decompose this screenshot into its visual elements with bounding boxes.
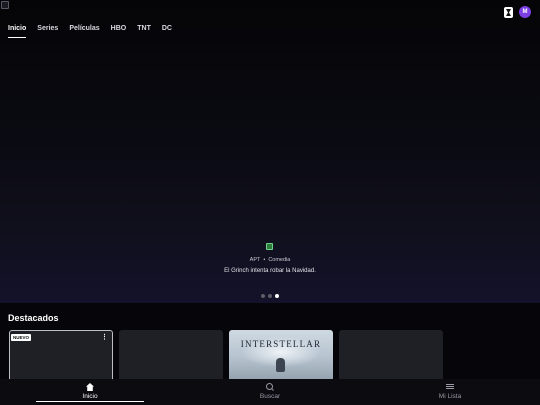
carousel-dot[interactable]	[268, 294, 272, 298]
astronaut-figure	[276, 358, 285, 372]
section-title-destacados: Destacados	[8, 313, 59, 323]
featured-card[interactable]	[119, 330, 223, 385]
active-tab-indicator	[36, 401, 144, 402]
carousel-dot-active[interactable]	[275, 294, 279, 298]
hero-genre-tag: APT	[249, 257, 261, 263]
nav-tab-inicio[interactable]: Inicio	[8, 24, 27, 38]
tab-mi-lista[interactable]: Mi Lista	[390, 383, 510, 400]
search-icon	[266, 383, 274, 391]
profile-avatar[interactable]: M	[519, 6, 531, 18]
title-logo-image	[266, 243, 273, 250]
nav-tab-series[interactable]: Series	[37, 24, 58, 38]
nav-tab-dc[interactable]: DC	[162, 24, 172, 38]
home-icon	[86, 383, 94, 391]
featured-row: NUEVO ⋮ INTERSTELLAR	[9, 330, 443, 385]
hero-meta-separator: •	[263, 257, 266, 263]
tab-inicio[interactable]: Inicio	[30, 383, 150, 400]
hero-meta: APT • Comedia	[0, 257, 540, 263]
list-icon	[446, 383, 454, 391]
new-badge: NUEVO	[11, 334, 32, 341]
tab-inicio-label: Inicio	[82, 393, 98, 400]
poster-title: INTERSTELLAR	[240, 339, 322, 349]
top-nav: Inicio Series Películas HBO TNT DC	[8, 24, 172, 38]
hero-genre: Comedia	[268, 257, 291, 263]
nav-tab-peliculas[interactable]: Películas	[69, 24, 99, 38]
nav-tab-tnt[interactable]: TNT	[137, 24, 151, 38]
hero-synopsis: El Grinch intenta robar la Navidad.	[224, 268, 316, 274]
featured-card-interstellar[interactable]: INTERSTELLAR	[229, 330, 333, 385]
carousel-indicator	[261, 294, 279, 298]
broken-image-icon	[1, 1, 9, 9]
carousel-dot[interactable]	[261, 294, 265, 298]
nav-tab-hbo[interactable]: HBO	[111, 24, 127, 38]
tab-mi-lista-label: Mi Lista	[438, 393, 462, 400]
tab-buscar-label: Buscar	[259, 393, 281, 400]
featured-card[interactable]	[339, 330, 443, 385]
featured-card[interactable]: NUEVO ⋮	[9, 330, 113, 385]
tab-buscar[interactable]: Buscar	[210, 383, 330, 400]
more-options-icon[interactable]: ⋮	[101, 334, 108, 341]
chromecast-icon[interactable]	[504, 7, 513, 18]
